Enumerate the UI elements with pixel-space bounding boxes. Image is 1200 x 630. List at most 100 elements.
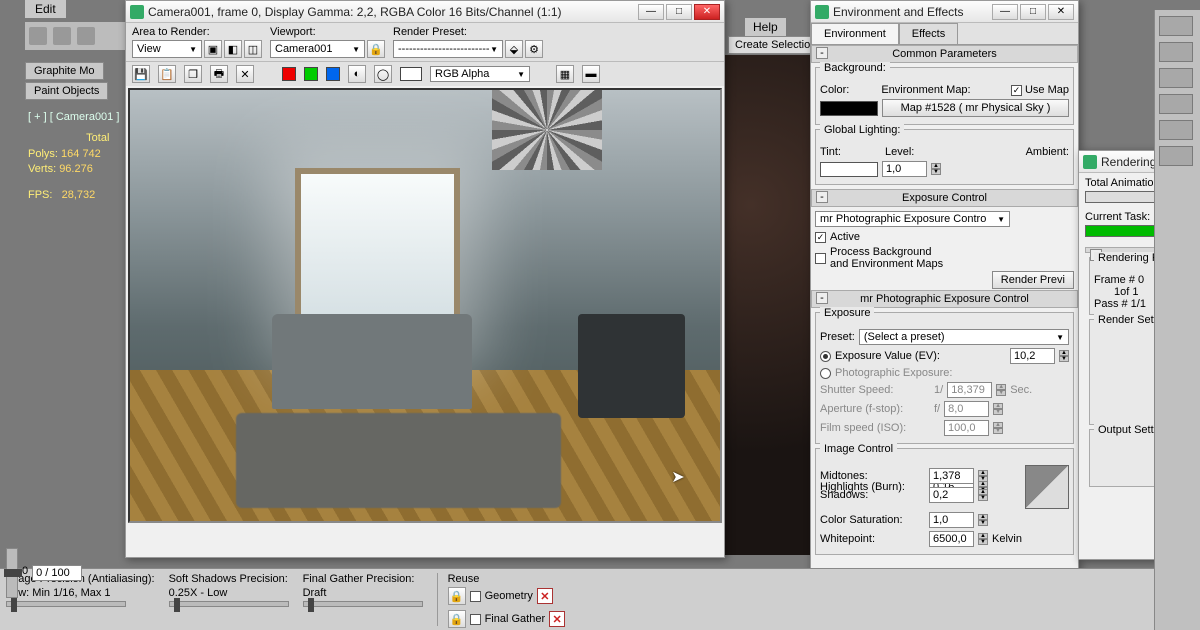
- whitepoint-input[interactable]: 6500,0: [929, 531, 974, 547]
- channel-green[interactable]: [304, 67, 318, 81]
- fg-checkbox[interactable]: [470, 614, 481, 625]
- command-panel: [1154, 10, 1200, 630]
- channel-blue[interactable]: [326, 67, 340, 81]
- midtones-input[interactable]: 1,378: [929, 468, 974, 484]
- background-group: Background:: [820, 62, 890, 74]
- final-gather-value: Draft: [303, 587, 423, 599]
- iso-label: Film speed (ISO):: [820, 422, 930, 434]
- colorsat-input[interactable]: 1,0: [929, 512, 974, 528]
- final-gather-slider[interactable]: [303, 601, 423, 607]
- fg-check-label: Final Gather: [485, 613, 546, 625]
- render-preview-button[interactable]: Render Previ: [992, 271, 1074, 289]
- close-button[interactable]: ✕: [1048, 4, 1074, 20]
- shadows-input[interactable]: 0,2: [929, 487, 974, 503]
- ev-radio[interactable]: [820, 351, 831, 362]
- expo-preset-select[interactable]: (Select a preset)▼: [859, 329, 1069, 345]
- render-window-title: Camera001, frame 0, Display Gamma: 2,2, …: [148, 5, 636, 19]
- menu-edit[interactable]: Edit: [25, 0, 66, 18]
- timeline-slider[interactable]: [6, 548, 18, 598]
- aperture-input: 8,0: [944, 401, 989, 417]
- perspective-viewport[interactable]: [725, 55, 810, 555]
- render-output-viewport[interactable]: ➤: [128, 88, 722, 523]
- app-icon: [130, 5, 144, 19]
- preset-select[interactable]: -------------------------▼: [393, 40, 503, 58]
- active-checkbox[interactable]: ✓: [815, 232, 826, 243]
- maximize-button[interactable]: □: [666, 4, 692, 20]
- soft-shadows-slider[interactable]: [169, 601, 289, 607]
- tint-swatch[interactable]: [820, 162, 878, 177]
- midtones-spinner[interactable]: ▲▼: [978, 470, 988, 482]
- colorsat-spinner[interactable]: ▲▼: [978, 514, 988, 526]
- image-precision-value: Low: Min 1/16, Max 1: [6, 587, 155, 599]
- tab-effects[interactable]: Effects: [899, 23, 958, 44]
- geometry-delete-button[interactable]: ✕: [537, 588, 553, 604]
- colorsat-label: Color Saturation:: [820, 514, 925, 526]
- viewport-select[interactable]: Camera001▼: [270, 40, 365, 58]
- modify-tab-icon[interactable]: [1159, 42, 1193, 62]
- save-icon[interactable]: 💾: [132, 65, 150, 83]
- fg-lock-icon[interactable]: 🔒: [448, 610, 466, 628]
- toggle-ui-icon[interactable]: ▬: [582, 65, 600, 83]
- minimize-button[interactable]: —: [992, 4, 1018, 20]
- channel-mono-icon[interactable]: ◯: [374, 65, 392, 83]
- level-spinner[interactable]: ▲▼: [931, 163, 941, 175]
- toggle-overlay-icon[interactable]: ▦: [556, 65, 574, 83]
- use-map-checkbox[interactable]: ✓: [1011, 85, 1022, 96]
- geometry-lock-icon[interactable]: 🔒: [448, 587, 466, 605]
- bg-color-swatch[interactable]: [400, 67, 422, 81]
- current-task-label: Current Task:: [1085, 211, 1150, 223]
- channel-alpha-icon[interactable]: ◐: [348, 65, 366, 83]
- render-frame-window: Camera001, frame 0, Display Gamma: 2,2, …: [125, 0, 725, 558]
- image-precision-slider[interactable]: [6, 601, 126, 607]
- ev-spinner[interactable]: ▲▼: [1059, 350, 1069, 362]
- process-bg-checkbox[interactable]: [815, 253, 826, 264]
- level-input[interactable]: 1,0: [882, 161, 927, 177]
- tab-paint-objects[interactable]: Paint Objects: [25, 82, 108, 100]
- exposure-group: Exposure: [820, 307, 874, 319]
- active-label: Active: [830, 231, 860, 243]
- display-tab-icon[interactable]: [1159, 120, 1193, 140]
- blowup-icon[interactable]: ◫: [244, 40, 262, 58]
- shadows-spinner[interactable]: ▲▼: [978, 489, 988, 501]
- hierarchy-tab-icon[interactable]: [1159, 68, 1193, 88]
- iso-input: 100,0: [944, 420, 989, 436]
- ev-input[interactable]: 10,2: [1010, 348, 1055, 364]
- maximize-button[interactable]: □: [1020, 4, 1046, 20]
- menu-help[interactable]: Help: [745, 18, 786, 36]
- env-map-button[interactable]: Map #1528 ( mr Physical Sky ): [882, 99, 1069, 117]
- lock-icon[interactable]: 🔒: [367, 40, 385, 58]
- channel-red[interactable]: [282, 67, 296, 81]
- print-icon[interactable]: 🖶: [210, 65, 228, 83]
- utilities-tab-icon[interactable]: [1159, 146, 1193, 166]
- copy-icon[interactable]: 📋: [158, 65, 176, 83]
- exposure-control-header[interactable]: -Exposure Control: [811, 189, 1078, 207]
- common-params-header[interactable]: -Common Parameters: [811, 45, 1078, 63]
- level-label: Level:: [885, 146, 914, 158]
- pe-radio[interactable]: [820, 368, 831, 379]
- render-production-icon[interactable]: ⬙: [505, 40, 523, 58]
- motion-tab-icon[interactable]: [1159, 94, 1193, 114]
- geometry-checkbox[interactable]: [470, 591, 481, 602]
- area-select[interactable]: View▼: [132, 40, 202, 58]
- region-icon[interactable]: ▣: [204, 40, 222, 58]
- render-setup-icon[interactable]: ⚙: [525, 40, 543, 58]
- crop-icon[interactable]: ◧: [224, 40, 242, 58]
- close-button[interactable]: ✕: [694, 4, 720, 20]
- exposure-type-select[interactable]: mr Photographic Exposure Contro▼: [815, 211, 1010, 227]
- global-lighting-group: Global Lighting:: [820, 124, 904, 136]
- ev-label: Exposure Value (EV):: [835, 350, 940, 362]
- create-tab-icon[interactable]: [1159, 16, 1193, 36]
- envmap-label: Environment Map:: [881, 84, 970, 96]
- bg-color-swatch[interactable]: [820, 101, 878, 116]
- clear-icon[interactable]: ✕: [236, 65, 254, 83]
- tab-graphite[interactable]: Graphite Mo: [25, 62, 104, 80]
- clone-icon[interactable]: ❐: [184, 65, 202, 83]
- fg-delete-button[interactable]: ✕: [549, 611, 565, 627]
- shadows-label: Shadows:: [820, 489, 925, 501]
- mr-photographic-header[interactable]: -mr Photographic Exposure Control: [811, 290, 1078, 308]
- tab-environment[interactable]: Environment: [811, 23, 899, 44]
- kelvin-label: Kelvin: [992, 533, 1022, 545]
- channel-select[interactable]: RGB Alpha▼: [430, 66, 530, 82]
- whitepoint-spinner[interactable]: ▲▼: [978, 533, 988, 545]
- minimize-button[interactable]: —: [638, 4, 664, 20]
